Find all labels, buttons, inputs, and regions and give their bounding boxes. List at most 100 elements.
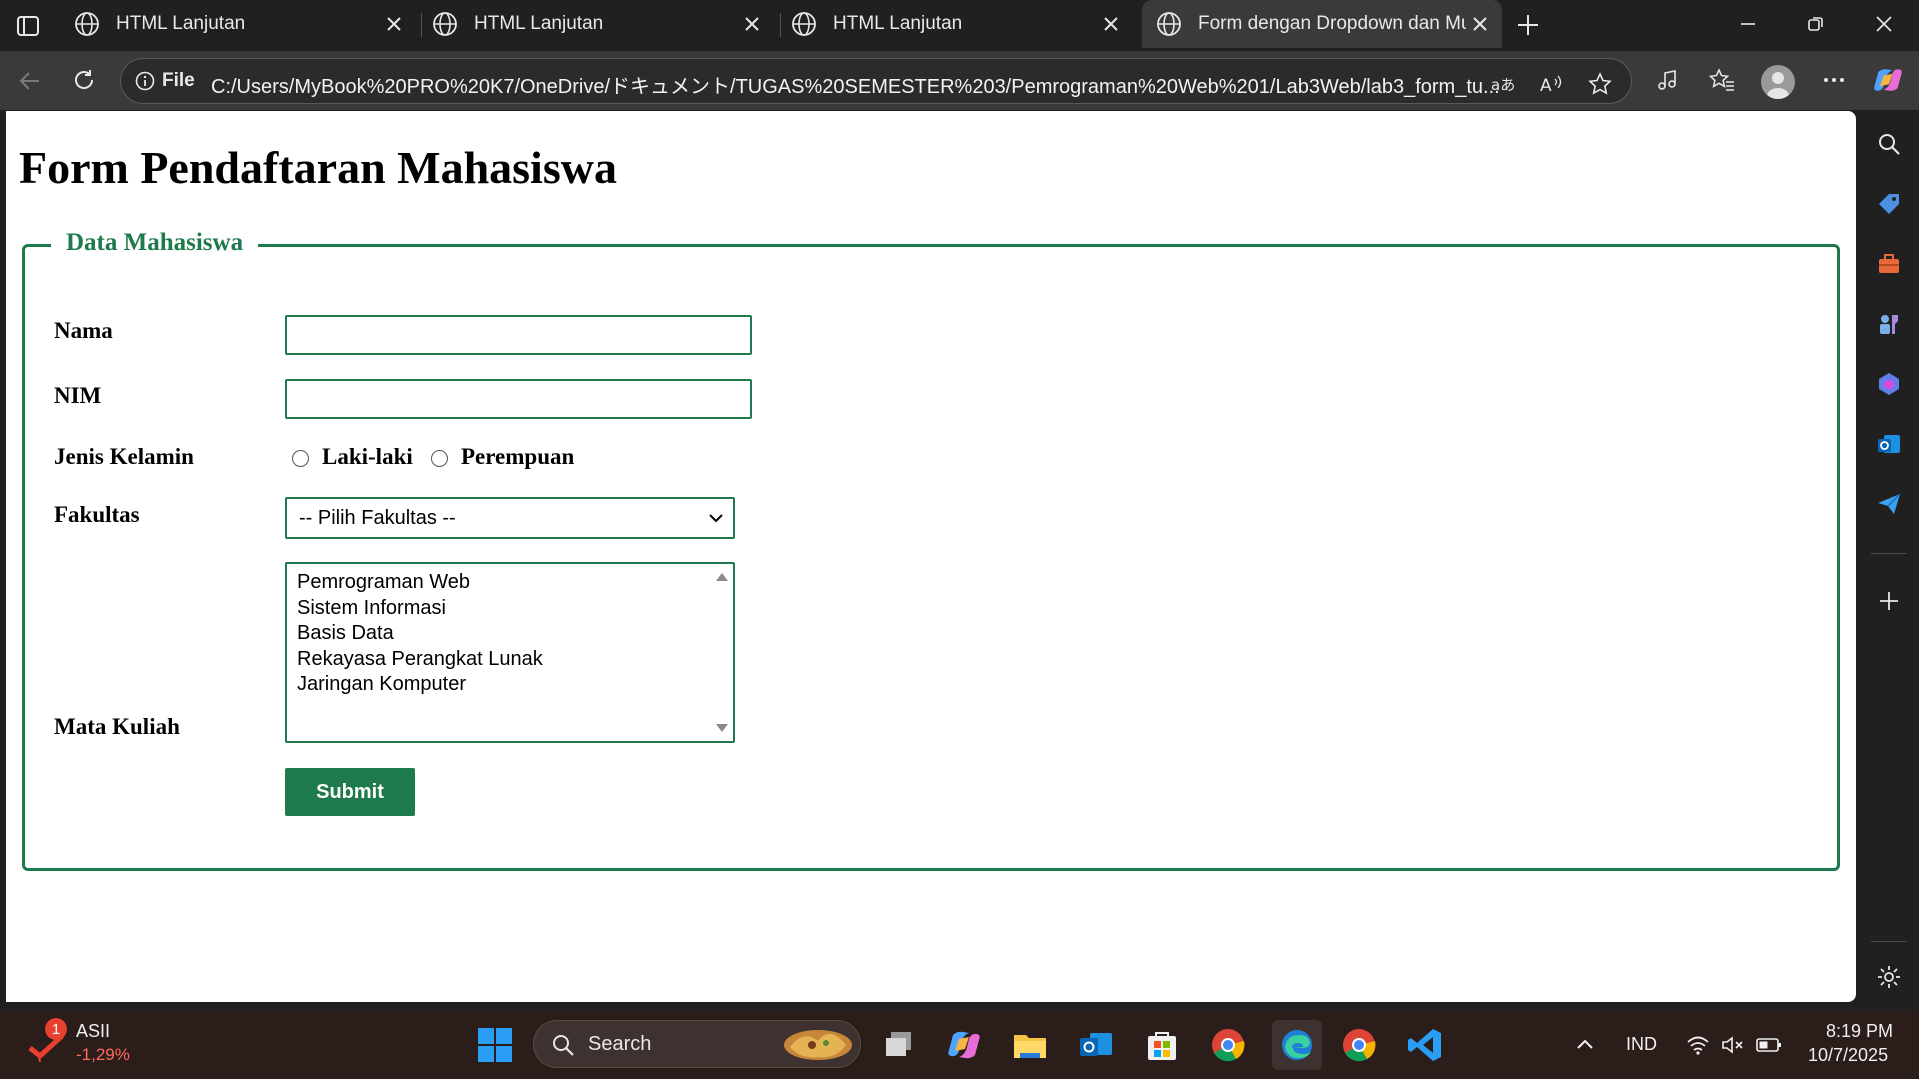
svg-text:aあ: aあ: [1491, 76, 1515, 94]
radio-label-laki-laki: Laki-laki: [322, 444, 413, 469]
close-icon[interactable]: [382, 12, 406, 36]
tab-title: HTML Lanjutan: [474, 13, 604, 34]
language-indicator[interactable]: IND: [1626, 1034, 1657, 1055]
tab-title: Form dengan Dropdown dan Mul: [1198, 13, 1466, 34]
listbox-option[interactable]: Sistem Informasi: [297, 596, 543, 622]
mata-kuliah-listbox[interactable]: Pemrograman Web Sistem Informasi Basis D…: [285, 562, 735, 743]
vscode-icon[interactable]: [1404, 1024, 1446, 1066]
window-close-icon[interactable]: [1851, 0, 1917, 48]
settings-gear-icon[interactable]: [1875, 963, 1903, 991]
clock-time[interactable]: 8:19 PM: [1826, 1021, 1893, 1042]
outlook-app-icon[interactable]: [1075, 1024, 1117, 1066]
shopping-tag-icon[interactable]: [1875, 190, 1903, 218]
read-aloud-icon[interactable]: A: [1537, 69, 1567, 99]
tab-4-active[interactable]: Form dengan Dropdown dan Mul: [1142, 0, 1502, 48]
fakultas-select[interactable]: -- Pilih Fakultas --: [285, 497, 735, 539]
stock-change: -1,29%: [76, 1045, 130, 1064]
tab-3[interactable]: HTML Lanjutan: [777, 0, 1133, 48]
page-title: Form Pendaftaran Mahasiswa: [19, 142, 617, 193]
scheme-label: File: [162, 70, 195, 91]
send-icon[interactable]: [1875, 490, 1903, 518]
windows-taskbar: 1 ASII -1,29% Search IND 8:19 PM 10/7/20…: [0, 1010, 1919, 1079]
fieldset-legend: Data Mahasiswa: [51, 229, 259, 257]
tab-actions-icon[interactable]: [14, 12, 42, 40]
volume-muted-icon[interactable]: [1720, 1032, 1746, 1058]
edge-icon[interactable]: [1272, 1020, 1322, 1070]
taskbar-search[interactable]: Search: [533, 1020, 861, 1068]
listbox-option[interactable]: Basis Data: [297, 621, 543, 647]
address-bar[interactable]: File C:/Users/MyBook%20PRO%20K7/OneDrive…: [120, 58, 1632, 104]
globe-icon: [1156, 11, 1182, 37]
globe-icon: [791, 11, 817, 37]
nama-label: Nama: [54, 318, 113, 343]
close-icon[interactable]: [1468, 12, 1492, 36]
page-viewport: Form Pendaftaran Mahasiswa Data Mahasisw…: [6, 111, 1856, 1002]
search-highlight-image: [782, 1025, 854, 1063]
search-icon[interactable]: [1875, 130, 1903, 158]
copilot-sidebar-icon[interactable]: [1875, 370, 1903, 398]
games-icon[interactable]: [1875, 310, 1903, 338]
close-icon[interactable]: [740, 12, 764, 36]
submit-button[interactable]: Submit: [285, 768, 415, 816]
close-icon[interactable]: [1099, 12, 1123, 36]
new-tab-icon[interactable]: [1513, 10, 1543, 40]
tab-title: HTML Lanjutan: [833, 13, 963, 34]
url-text[interactable]: C:/Users/MyBook%20PRO%20K7/OneDrive/ドキュメ…: [211, 70, 1601, 99]
info-icon[interactable]: [135, 71, 155, 91]
browser-window: HTML Lanjutan HTML Lanjutan HTML Lanjuta…: [0, 0, 1919, 1079]
chrome-profile-icon[interactable]: [1338, 1024, 1380, 1066]
fakultas-selected-value: -- Pilih Fakultas --: [299, 507, 456, 529]
add-icon[interactable]: [1875, 587, 1903, 615]
listbox-option[interactable]: Pemrograman Web: [297, 570, 543, 596]
tab-title: HTML Lanjutan: [116, 13, 246, 34]
stock-name: ASII: [76, 1021, 111, 1041]
notification-badge: 1: [45, 1018, 67, 1040]
task-view-icon[interactable]: [878, 1024, 920, 1066]
gender-label: Jenis Kelamin: [54, 444, 194, 469]
listbox-option[interactable]: Rekayasa Perangkat Lunak: [297, 647, 543, 673]
back-icon[interactable]: [12, 63, 48, 99]
restore-icon[interactable]: [1783, 0, 1849, 48]
windows-start-icon[interactable]: [474, 1024, 516, 1066]
svg-text:A: A: [1540, 76, 1552, 95]
chevron-down-icon: [707, 509, 725, 527]
nama-input[interactable]: [285, 315, 752, 355]
favorites-icon[interactable]: [1707, 65, 1737, 95]
wifi-icon[interactable]: [1685, 1032, 1711, 1058]
file-explorer-icon[interactable]: [1009, 1024, 1051, 1066]
outlook-icon[interactable]: [1875, 430, 1903, 458]
nim-input[interactable]: [285, 379, 752, 419]
browser-toolbar: File C:/Users/MyBook%20PRO%20K7/OneDrive…: [0, 51, 1919, 110]
copilot-app-icon[interactable]: [943, 1024, 985, 1066]
favorite-star-icon[interactable]: [1585, 69, 1615, 99]
search-icon: [550, 1032, 576, 1058]
radio-label-perempuan: Perempuan: [461, 444, 575, 469]
nim-label: NIM: [54, 383, 102, 408]
minimize-icon[interactable]: [1715, 0, 1781, 48]
translate-icon[interactable]: aあ: [1489, 69, 1519, 99]
listbox-option[interactable]: Jaringan Komputer: [297, 672, 543, 698]
listbox-scrollbar[interactable]: [711, 564, 733, 741]
refresh-icon[interactable]: [66, 63, 102, 99]
more-icon[interactable]: [1819, 65, 1849, 95]
mata-kuliah-label: Mata Kuliah: [54, 714, 180, 739]
search-placeholder: Search: [588, 1033, 652, 1055]
fakultas-label: Fakultas: [54, 502, 140, 527]
globe-icon: [432, 11, 458, 37]
copilot-icon[interactable]: [1873, 65, 1903, 95]
tab-1[interactable]: HTML Lanjutan: [60, 0, 416, 48]
globe-icon: [74, 11, 100, 37]
media-icon[interactable]: [1653, 65, 1683, 95]
profile-avatar[interactable]: [1761, 65, 1795, 99]
edge-sidebar: [1856, 111, 1919, 1002]
battery-icon[interactable]: [1756, 1032, 1782, 1058]
tab-2[interactable]: HTML Lanjutan: [418, 0, 774, 48]
chevron-up-icon[interactable]: [1572, 1032, 1598, 1058]
radio-perempuan[interactable]: [431, 450, 448, 467]
tab-strip: HTML Lanjutan HTML Lanjutan HTML Lanjuta…: [0, 0, 1919, 51]
chrome-icon[interactable]: [1207, 1024, 1249, 1066]
radio-laki-laki[interactable]: [292, 450, 309, 467]
tools-icon[interactable]: [1875, 250, 1903, 278]
microsoft-store-icon[interactable]: [1141, 1024, 1183, 1066]
clock-date[interactable]: 10/7/2025: [1808, 1045, 1888, 1066]
